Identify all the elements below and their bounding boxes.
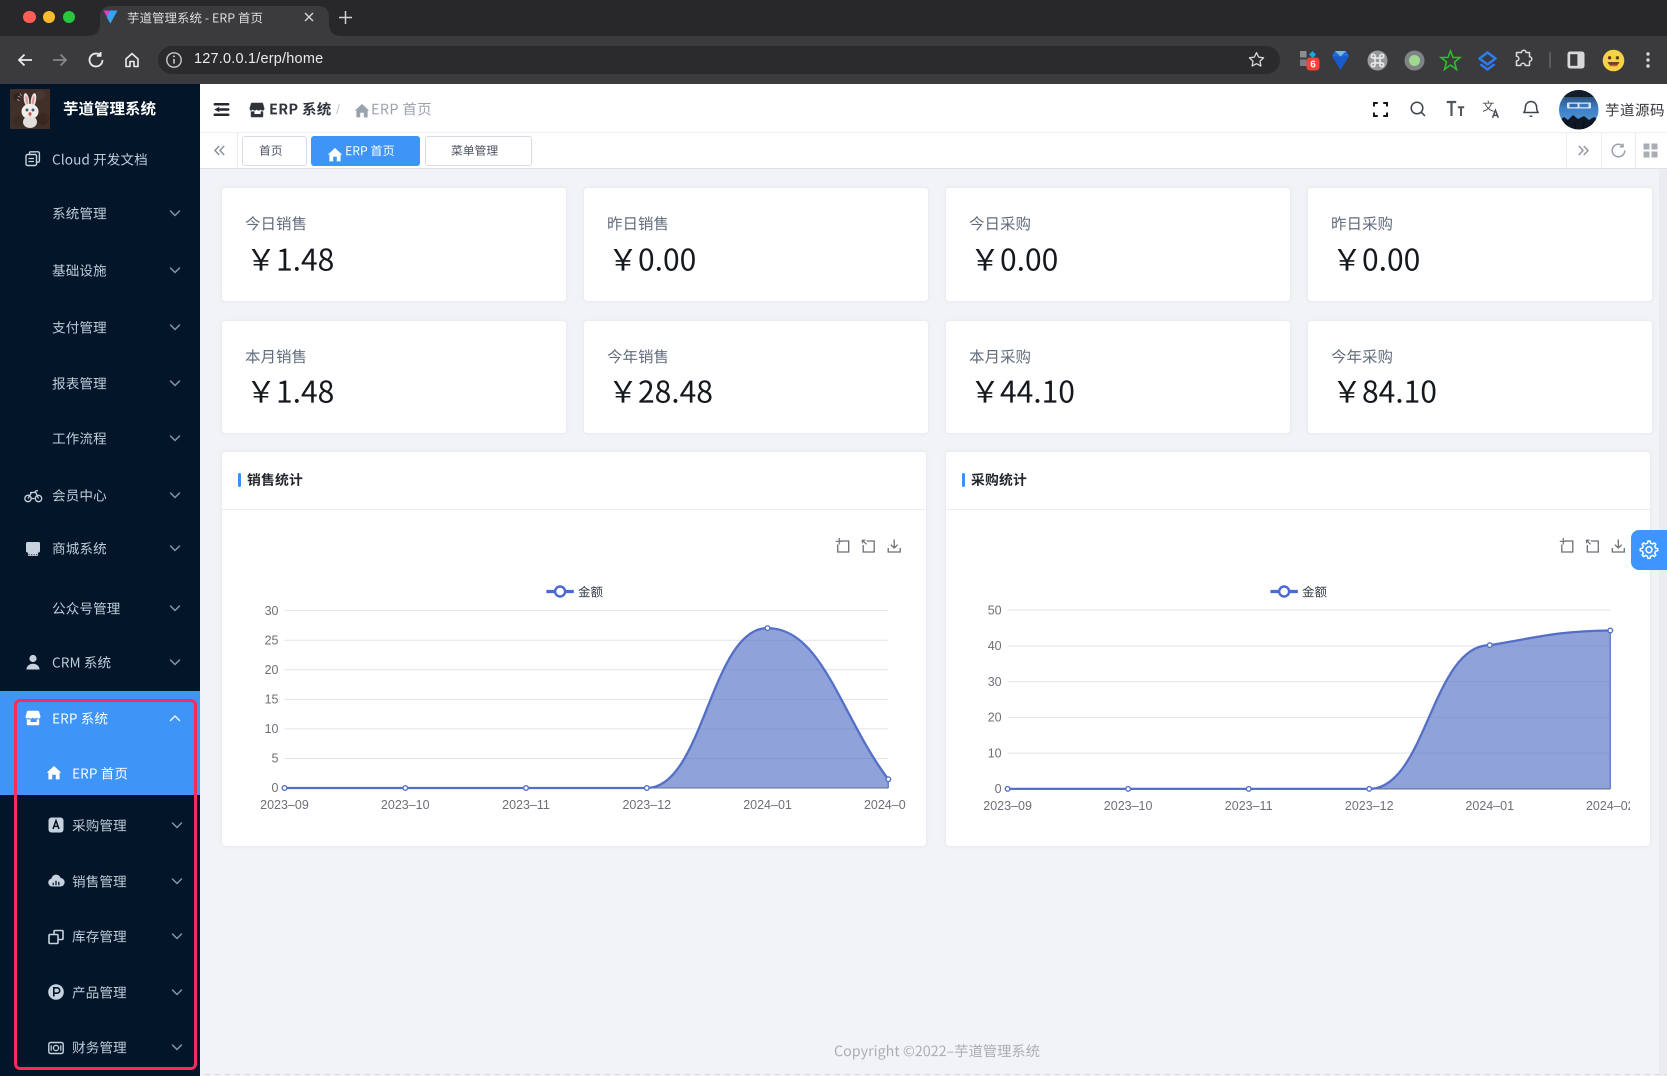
svg-text:0: 0: [995, 782, 1002, 796]
svg-text:20: 20: [265, 663, 279, 677]
svg-text:2023–11: 2023–11: [1225, 799, 1273, 813]
svg-text:25: 25: [265, 633, 279, 647]
svg-text:2024–01: 2024–01: [1465, 799, 1514, 813]
svg-text:2023–10: 2023–10: [1104, 799, 1153, 813]
svg-text:30: 30: [265, 604, 279, 618]
svg-text:15: 15: [265, 693, 279, 707]
svg-text:2023–12: 2023–12: [623, 798, 672, 812]
svg-text:30: 30: [988, 675, 1002, 689]
svg-text:50: 50: [988, 603, 1002, 617]
svg-text:2023–11: 2023–11: [502, 798, 550, 812]
svg-text:5: 5: [272, 752, 279, 766]
svg-text:2023–10: 2023–10: [381, 798, 430, 812]
svg-text:40: 40: [988, 639, 1002, 653]
svg-text:20: 20: [988, 711, 1002, 725]
svg-text:2024–01: 2024–01: [744, 798, 793, 812]
svg-text:2024–02: 2024–02: [864, 798, 906, 812]
svg-text:10: 10: [265, 722, 279, 736]
svg-text:2024–02: 2024–02: [1586, 799, 1630, 813]
svg-text:10: 10: [988, 746, 1002, 760]
svg-text:2023–12: 2023–12: [1345, 799, 1394, 813]
svg-text:6: 6: [1310, 60, 1316, 71]
svg-text:2023–09: 2023–09: [260, 798, 309, 812]
svg-text:0: 0: [272, 781, 279, 795]
svg-text:2023–09: 2023–09: [983, 799, 1032, 813]
